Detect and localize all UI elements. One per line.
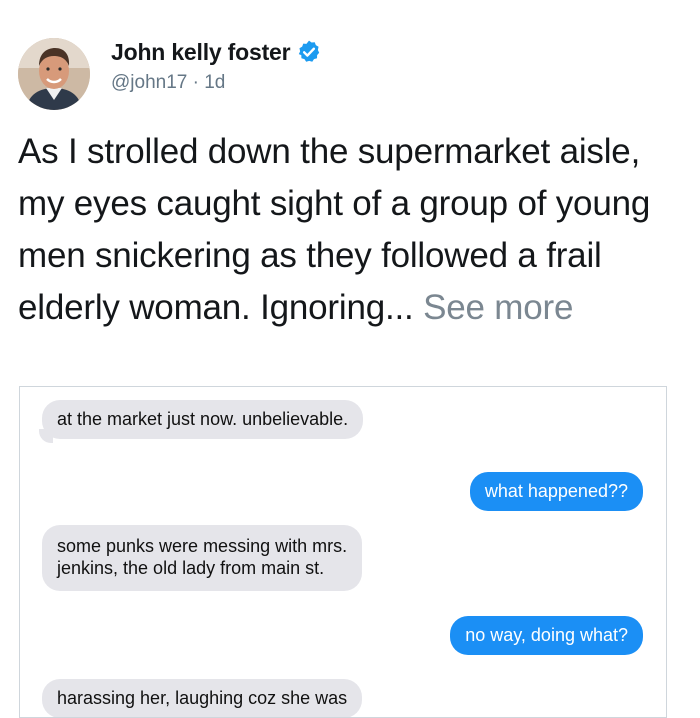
incoming-message: some punks were messing with mrs. jenkin… [42, 525, 363, 591]
author-name[interactable]: John kelly foster [111, 39, 291, 66]
see-more-link[interactable]: See more [423, 288, 573, 327]
tweet-age[interactable]: 1d [204, 72, 225, 93]
profile-photo-icon [18, 38, 90, 110]
incoming-message: harassing her, laughing coz she was [42, 679, 363, 717]
message-text: harassing her, laughing coz she was [57, 688, 348, 708]
bubble-tail [39, 429, 53, 443]
name-row: John kelly foster [111, 38, 322, 66]
message-text-line: some punks were messing with mrs. [57, 536, 348, 556]
meta-separator: · [187, 72, 205, 93]
message-text: at the market just now. unbelievable. [57, 409, 349, 429]
tweet-meta: @john17 · 1d [111, 72, 322, 94]
incoming-message: at the market just now. unbelievable. [42, 400, 364, 439]
verified-badge-icon [296, 39, 322, 65]
message-text-line: jenkins, the old lady from main st. [57, 558, 325, 578]
author-handle[interactable]: @john17 [111, 72, 187, 93]
message-text: no way, doing what? [465, 625, 628, 645]
outgoing-message: no way, doing what? [450, 616, 643, 655]
tweet-body: As I strolled down the supermarket aisle… [18, 126, 686, 334]
message-text: what happened?? [484, 481, 628, 501]
user-info: John kelly foster @john17 · 1d [111, 38, 322, 94]
attached-screenshot[interactable]: at the market just now. unbelievable. wh… [19, 386, 667, 718]
outgoing-message: what happened?? [469, 472, 643, 511]
avatar[interactable] [18, 38, 90, 110]
tweet-header: John kelly foster @john17 · 1d [18, 38, 322, 110]
